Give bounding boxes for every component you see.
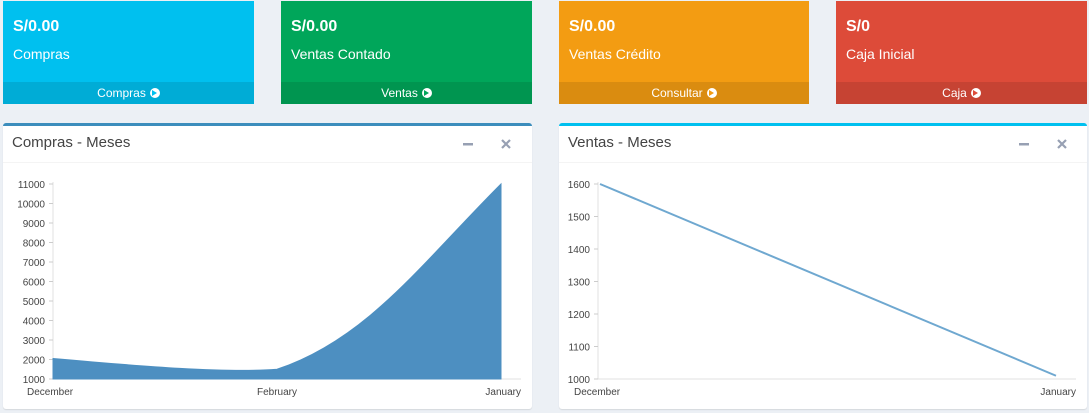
ventas-contado-label: Ventas Contado — [291, 46, 391, 62]
ventas-chart-panel: Ventas - Meses 1000 1100 1200 1300 1400 1500 1… — [559, 123, 1087, 409]
compras-label: Compras — [13, 46, 70, 62]
y-tick-label: 1300 — [568, 278, 591, 289]
y-tick-label: 8000 — [23, 239, 46, 250]
arrow-circle-right-icon — [149, 88, 160, 98]
y-tick-label: 1500 — [568, 213, 591, 224]
x-tick-label: January — [1040, 387, 1076, 398]
caja-link-label: Caja — [942, 86, 967, 100]
compras-link-label: Compras — [97, 86, 146, 100]
close-button[interactable] — [1054, 136, 1070, 152]
close-button[interactable] — [498, 136, 514, 152]
ventas-link[interactable]: Ventas — [281, 82, 532, 104]
arrow-circle-right-icon — [706, 88, 717, 98]
ventas-credito-amount: S/0.00 — [569, 18, 616, 35]
y-tick-label: 1100 — [568, 343, 590, 354]
y-tick-label: 10000 — [17, 200, 45, 211]
compras-amount: S/0.00 — [13, 18, 60, 35]
ventas-link-label: Ventas — [381, 86, 418, 100]
ventas-contado-tile: S/0.00 Ventas Contado Ventas — [281, 1, 532, 104]
caja-inicial-amount: S/0 — [846, 18, 871, 35]
compras-area-series — [52, 182, 502, 380]
consultar-link-label: Consultar — [651, 86, 703, 100]
x-tick-label: December — [27, 387, 74, 398]
ventas-panel-title: Ventas - Meses — [568, 134, 672, 151]
y-tick-label: 4000 — [23, 317, 46, 328]
x-tick-label: December — [574, 387, 621, 398]
y-tick-label: 9000 — [23, 219, 46, 230]
caja-link[interactable]: Caja — [836, 82, 1087, 104]
ventas-line-series — [599, 183, 1057, 377]
minimize-button[interactable] — [460, 136, 476, 152]
ventas-panel-header: Ventas - Meses — [559, 126, 1087, 163]
caja-inicial-tile: S/0 Caja Inicial Caja — [836, 1, 1087, 104]
y-tick-label: 1000 — [568, 375, 591, 386]
compras-area-chart: 1000 2000 3000 4000 5000 6000 7000 8000 9000 1000… — [17, 180, 521, 398]
compras-link[interactable]: Compras — [3, 82, 254, 104]
caja-inicial-label: Caja Inicial — [846, 46, 915, 62]
compras-panel-title: Compras - Meses — [12, 134, 131, 151]
ventas-contado-amount: S/0.00 — [291, 18, 338, 35]
x-tick-label: February — [257, 387, 297, 398]
arrow-circle-right-icon — [970, 88, 981, 98]
y-tick-label: 1400 — [568, 245, 591, 256]
compras-chart-panel: Compras - Meses 1000 2000 3000 4000 5000 6000… — [3, 123, 532, 409]
ventas-line-chart: 1000 1100 1200 1300 1400 1500 1600 December Janu… — [568, 180, 1076, 398]
ventas-credito-label: Ventas Crédito — [569, 46, 661, 62]
x-tick-label: January — [485, 387, 521, 398]
consultar-link[interactable]: Consultar — [559, 82, 809, 104]
y-tick-label: 6000 — [23, 278, 46, 289]
y-tick-label: 1200 — [568, 310, 591, 321]
y-tick-label: 3000 — [23, 336, 46, 347]
y-tick-label: 1600 — [568, 180, 591, 191]
ventas-credito-tile: S/0.00 Ventas Crédito Consultar — [559, 1, 809, 104]
y-tick-label: 1000 — [23, 375, 46, 386]
y-tick-label: 5000 — [23, 297, 46, 308]
arrow-circle-right-icon — [421, 88, 432, 98]
compras-tile: S/0.00 Compras Compras — [3, 1, 254, 104]
y-tick-label: 2000 — [23, 356, 46, 367]
y-tick-label: 7000 — [23, 258, 46, 269]
compras-panel-header: Compras - Meses — [3, 126, 532, 163]
minimize-button[interactable] — [1016, 136, 1032, 152]
y-tick-label: 11000 — [18, 180, 46, 191]
